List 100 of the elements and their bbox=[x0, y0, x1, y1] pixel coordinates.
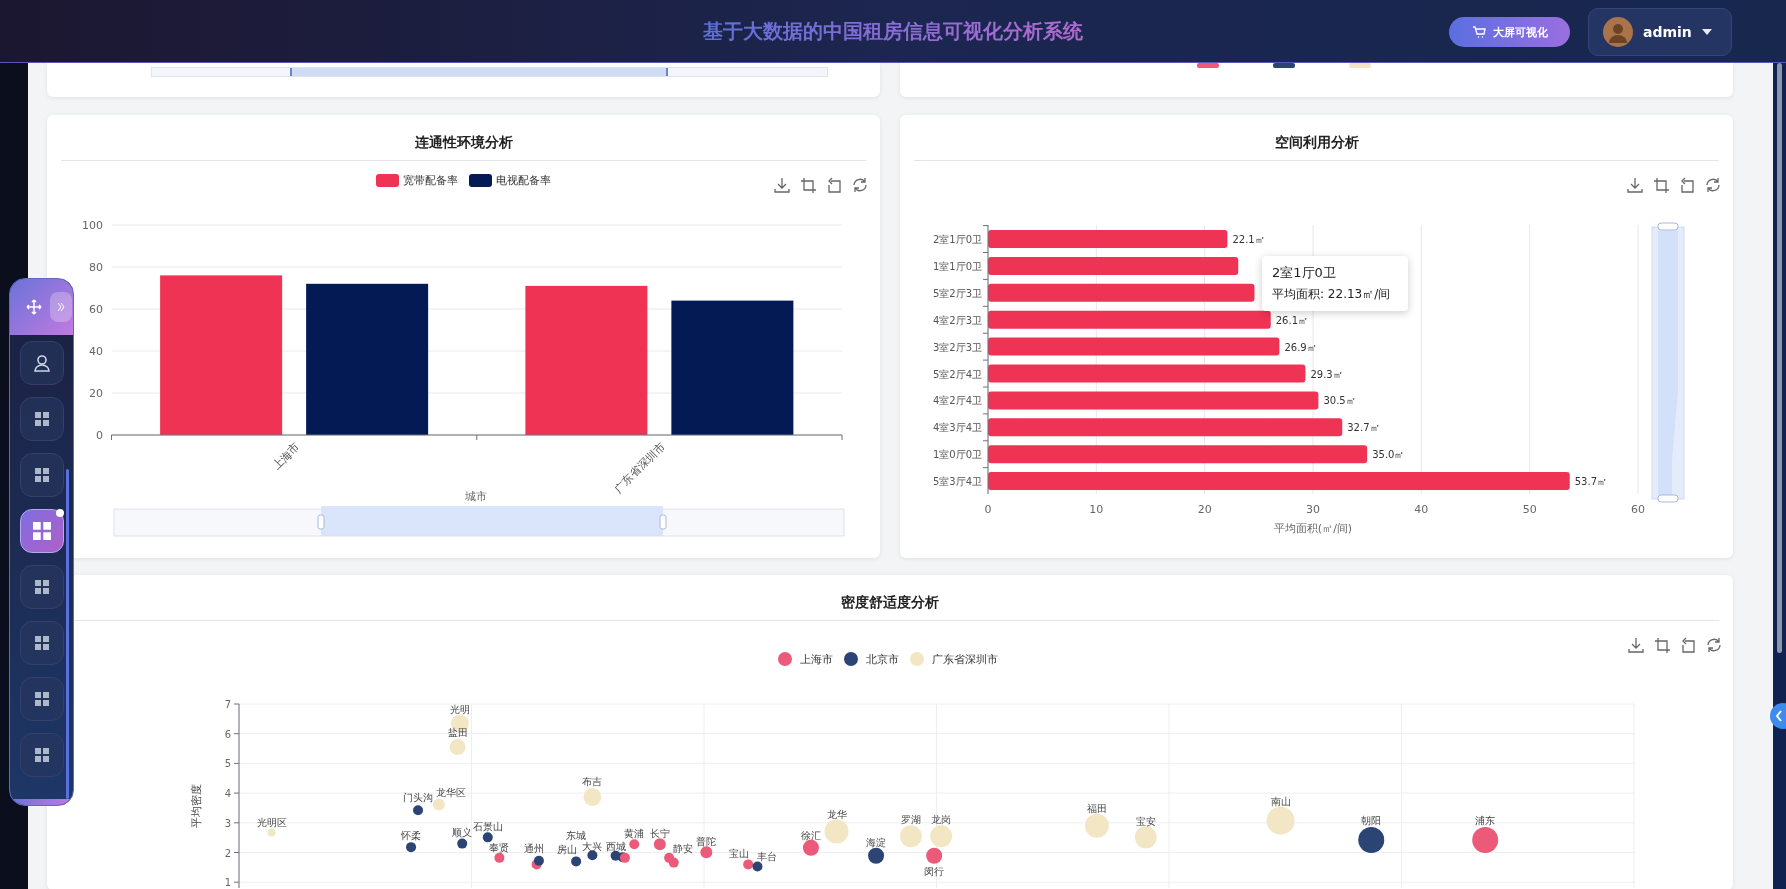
legend-item[interactable]: 电视配备率 bbox=[469, 174, 551, 187]
grid-icon bbox=[35, 412, 49, 426]
data-point[interactable] bbox=[482, 832, 493, 843]
value-label: 26.9㎡ bbox=[1284, 341, 1317, 353]
bar[interactable] bbox=[988, 364, 1306, 383]
axis-label: 5室2厅4卫 bbox=[932, 368, 982, 380]
legend-item[interactable]: 上海市 bbox=[778, 652, 833, 666]
zoom-icon[interactable] bbox=[1653, 177, 1670, 194]
axis-label: 0 bbox=[96, 429, 103, 442]
axis-label: 5室3厅4卫 bbox=[932, 476, 982, 488]
point-label: 闵行 bbox=[924, 865, 945, 877]
axis-label: 50 bbox=[1522, 503, 1537, 516]
bar[interactable] bbox=[988, 337, 1280, 356]
chevron-icon bbox=[57, 302, 65, 312]
data-point[interactable] bbox=[533, 855, 544, 866]
move-icon[interactable] bbox=[26, 299, 42, 315]
point-label: 海淀 bbox=[866, 836, 887, 848]
chart-title: 连通性环境分析 bbox=[413, 133, 514, 152]
zoom-icon[interactable] bbox=[1654, 637, 1671, 654]
refresh-icon[interactable] bbox=[1706, 177, 1720, 193]
bar[interactable] bbox=[671, 300, 794, 435]
axis-label: 4 bbox=[224, 788, 231, 800]
legend-swatch[interactable] bbox=[1349, 63, 1371, 68]
value-label: 35.0㎡ bbox=[1372, 449, 1405, 461]
scrollbar[interactable] bbox=[1777, 63, 1782, 653]
bar[interactable] bbox=[988, 391, 1319, 410]
point-label: 大兴 bbox=[582, 840, 603, 852]
data-point[interactable] bbox=[619, 852, 630, 863]
download-icon[interactable] bbox=[1627, 177, 1643, 193]
bar[interactable] bbox=[988, 472, 1570, 491]
data-point[interactable] bbox=[868, 847, 885, 864]
status-dot bbox=[56, 509, 64, 517]
dock-item[interactable] bbox=[20, 341, 64, 385]
point-label: 普陀 bbox=[696, 836, 717, 848]
data-point[interactable] bbox=[587, 850, 598, 861]
app-title: 基于大数据的中国租房信息可视化分析系统 bbox=[703, 17, 1083, 45]
axis-title: 平均面积(㎡/间) bbox=[1273, 522, 1353, 535]
restore-icon[interactable] bbox=[1681, 177, 1694, 193]
dock-item[interactable] bbox=[20, 509, 64, 553]
data-point[interactable] bbox=[406, 842, 417, 853]
axis-title: 平均密度 bbox=[190, 784, 203, 828]
axis-label: 1 bbox=[224, 877, 231, 888]
user-menu[interactable]: admin bbox=[1588, 8, 1732, 56]
value-label: 22.1㎡ bbox=[1232, 234, 1265, 245]
axis-title: 城市 bbox=[465, 490, 487, 503]
dock-item[interactable] bbox=[20, 621, 64, 665]
legend-label: 宽带配备率 bbox=[403, 174, 458, 187]
tooltip-text: 平均面积: 22.13㎡/间 bbox=[1272, 286, 1392, 303]
data-point[interactable] bbox=[1358, 827, 1385, 854]
scrollbar[interactable] bbox=[66, 469, 69, 799]
zoom-slider[interactable] bbox=[1651, 222, 1685, 503]
download-icon[interactable] bbox=[1628, 637, 1644, 653]
zoom-icon[interactable] bbox=[800, 177, 817, 194]
download-icon[interactable] bbox=[774, 177, 790, 193]
chart-title: 空间利用分析 bbox=[1273, 133, 1360, 152]
legend-swatch[interactable] bbox=[1197, 63, 1219, 68]
legend-item[interactable]: 北京市 bbox=[844, 652, 899, 666]
value-label: 53.7㎡ bbox=[1574, 476, 1607, 488]
data-point[interactable] bbox=[413, 805, 424, 816]
expand-button[interactable] bbox=[50, 292, 72, 322]
legend-item[interactable]: 广东省深圳市 bbox=[910, 652, 998, 666]
restore-icon[interactable] bbox=[1682, 637, 1695, 653]
legend-swatch[interactable] bbox=[1273, 63, 1295, 68]
dock-item[interactable] bbox=[20, 453, 64, 497]
dock-item[interactable] bbox=[20, 677, 64, 721]
axis-label: 0 bbox=[984, 503, 992, 516]
point-label: 徐汇 bbox=[800, 830, 821, 842]
axis-label: 40 bbox=[1414, 503, 1429, 516]
bar[interactable] bbox=[988, 418, 1343, 437]
bar[interactable] bbox=[988, 283, 1255, 302]
data-point[interactable] bbox=[752, 861, 763, 872]
dock-item[interactable] bbox=[20, 733, 64, 777]
grid-icon bbox=[35, 636, 49, 650]
refresh-icon[interactable] bbox=[1707, 637, 1721, 653]
point-label: 长宁 bbox=[649, 828, 670, 840]
dock-item[interactable] bbox=[20, 565, 64, 609]
bar[interactable] bbox=[988, 310, 1271, 329]
data-point[interactable] bbox=[571, 856, 582, 867]
point-label: 顺义 bbox=[452, 827, 473, 839]
data-point[interactable] bbox=[743, 859, 754, 870]
big-screen-button[interactable]: 大屏可视化 bbox=[1449, 17, 1570, 47]
data-point[interactable] bbox=[457, 838, 468, 849]
cart-icon bbox=[1471, 25, 1486, 39]
point-label: 丰台 bbox=[756, 850, 777, 862]
axis-label: 4室2厅4卫 bbox=[932, 395, 982, 407]
restore-icon[interactable] bbox=[828, 177, 841, 193]
point-label: 布吉 bbox=[582, 776, 603, 788]
bar[interactable] bbox=[988, 256, 1239, 275]
axis-label: 20 bbox=[1197, 503, 1212, 516]
point-label: 宝安 bbox=[1135, 816, 1156, 828]
point-label: 门头沟 bbox=[403, 791, 433, 803]
legend-item[interactable]: 宽带配备率 bbox=[376, 174, 458, 187]
point-label: 龙华区 bbox=[435, 787, 466, 799]
point-label: 盐田 bbox=[447, 727, 468, 739]
axis-label: 5室2厅3卫 bbox=[932, 287, 982, 299]
axis-label: 5 bbox=[224, 758, 231, 770]
zoom-slider[interactable] bbox=[113, 506, 845, 537]
dock-item[interactable] bbox=[20, 397, 64, 441]
refresh-icon[interactable] bbox=[853, 177, 867, 193]
bar[interactable] bbox=[988, 445, 1368, 464]
